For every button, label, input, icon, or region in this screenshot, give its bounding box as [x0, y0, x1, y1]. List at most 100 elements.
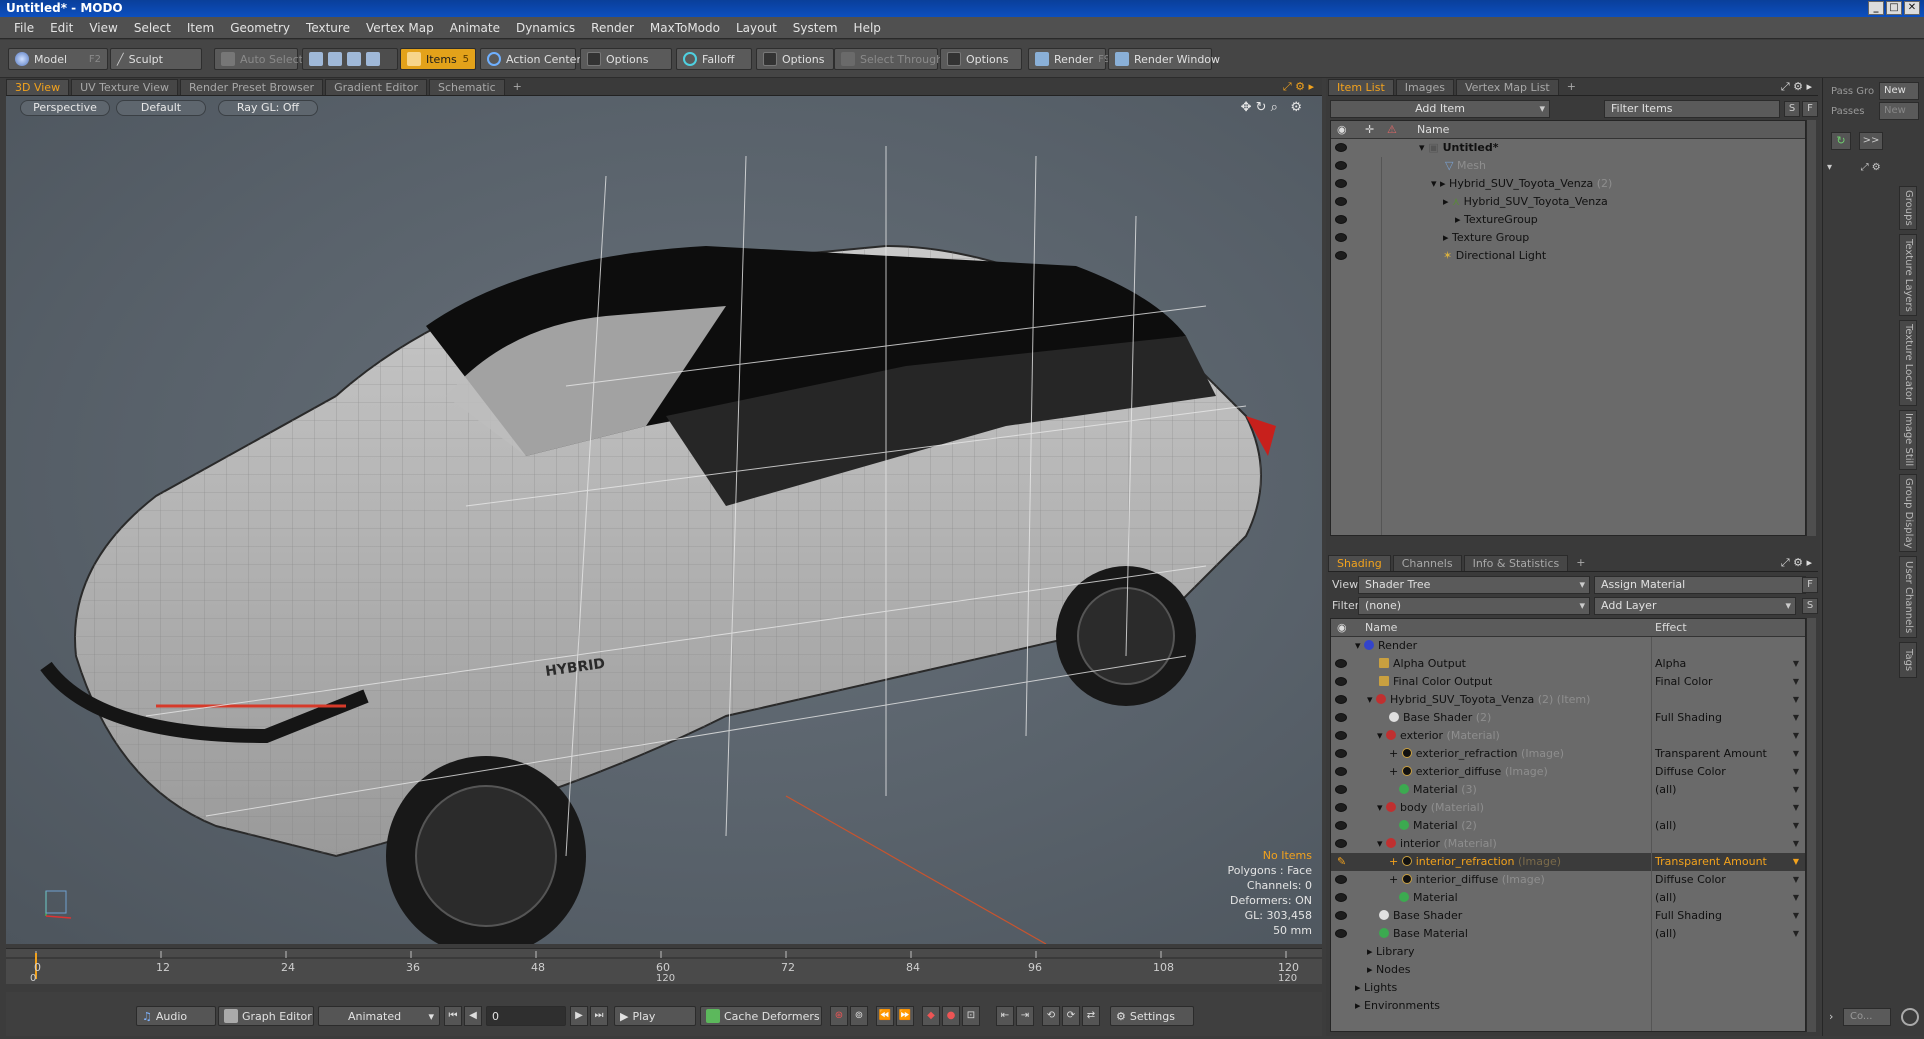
model-button[interactable]: Model F2 — [8, 48, 108, 70]
pingpong-icon[interactable]: ⇄ — [1082, 1006, 1100, 1026]
menu-system[interactable]: System — [785, 21, 846, 35]
key-prev-icon[interactable]: ⏪ — [876, 1006, 894, 1026]
menu-help[interactable]: Help — [846, 21, 889, 35]
tree-item-render[interactable]: ▾ Render — [1331, 637, 1805, 655]
vertices-mode-icon[interactable] — [309, 52, 323, 66]
list-item[interactable]: ▸ ⋏ Hybrid_SUV_Toyota_Venza — [1331, 193, 1805, 211]
assign-material-button[interactable]: Assign Material — [1594, 576, 1806, 594]
falloff-button[interactable]: Falloff — [676, 48, 752, 70]
current-frame-field[interactable]: 0 — [486, 1006, 566, 1026]
play-button[interactable]: ▶ Play — [614, 1006, 696, 1026]
menu-animate[interactable]: Animate — [442, 21, 508, 35]
command-field[interactable]: Co... — [1843, 1008, 1891, 1026]
filter-items-input[interactable]: Filter Items — [1604, 100, 1780, 118]
side-tab-image-still[interactable]: Image Still — [1899, 410, 1917, 470]
shader-filter-dropdown[interactable]: (none) — [1358, 597, 1590, 615]
animated-dropdown[interactable]: Animated ▾ — [318, 1006, 440, 1026]
previous-key-icon[interactable]: ◀ — [464, 1006, 482, 1026]
panel-options-icon[interactable]: ⤢ ⚙ ▸ — [1781, 79, 1818, 95]
side-tab-groups[interactable]: Groups — [1899, 186, 1917, 230]
raygl-dropdown[interactable]: Ray GL: Off — [218, 100, 318, 116]
eye-icon[interactable] — [1335, 659, 1347, 668]
go-to-start-icon[interactable]: ⏮ — [444, 1006, 462, 1026]
tree-item[interactable]: + exterior_diffuse (Image) Diffuse Color ▼ — [1331, 763, 1805, 781]
eye-icon[interactable] — [1335, 677, 1347, 686]
tab-vertex-map-list[interactable]: Vertex Map List — [1455, 79, 1559, 95]
tree-item[interactable]: Material (2) (all) ▼ — [1331, 817, 1805, 835]
eye-icon[interactable] — [1335, 893, 1347, 902]
eye-icon[interactable] — [1335, 749, 1347, 758]
eye-icon[interactable] — [1335, 929, 1347, 938]
refresh-icon[interactable]: ↻ — [1831, 132, 1851, 150]
eye-icon[interactable] — [1335, 767, 1347, 776]
tab-info-statistics[interactable]: Info & Statistics — [1463, 555, 1569, 571]
tree-item[interactable]: ▾ exterior (Material) ▼ — [1331, 727, 1805, 745]
menu-item[interactable]: Item — [179, 21, 222, 35]
list-item[interactable]: ▸ TextureGroup — [1331, 211, 1805, 229]
tree-item[interactable]: Base Shader Full Shading ▼ — [1331, 907, 1805, 925]
shader-tree-scrollbar[interactable] — [1806, 618, 1816, 1032]
tree-item[interactable]: ▸ Library — [1331, 943, 1805, 961]
auto-key-icon[interactable]: ⊚ — [850, 1006, 868, 1026]
eye-icon[interactable] — [1335, 839, 1347, 848]
step-forward-icon[interactable]: ⇥ — [1016, 1006, 1034, 1026]
side-tab-texture-locator[interactable]: Texture Locator — [1899, 320, 1917, 406]
graph-editor-button[interactable]: Graph Editor — [218, 1006, 314, 1026]
tab-uv-texture-view[interactable]: UV Texture View — [71, 79, 179, 95]
go-to-end-icon[interactable]: ⏭ — [590, 1006, 608, 1026]
tree-item[interactable]: ▸ Nodes — [1331, 961, 1805, 979]
eye-icon[interactable] — [1335, 731, 1347, 740]
eye-icon[interactable] — [1335, 875, 1347, 884]
set-key-icon[interactable]: ◆ — [922, 1006, 940, 1026]
tab-schematic[interactable]: Schematic — [429, 79, 505, 95]
tree-item[interactable]: Material (3) (all) ▼ — [1331, 781, 1805, 799]
expand-arrow-icon[interactable]: › — [1829, 1010, 1833, 1023]
menu-edit[interactable]: Edit — [42, 21, 81, 35]
falloff-options-button[interactable]: Options — [756, 48, 834, 70]
action-center-button[interactable]: Action Center — [480, 48, 581, 70]
menu-vertex-map[interactable]: Vertex Map — [358, 21, 442, 35]
menu-render[interactable]: Render — [583, 21, 642, 35]
eye-icon[interactable] — [1335, 161, 1347, 170]
side-tab-user-channels[interactable]: User Channels — [1899, 556, 1917, 638]
maximize-button[interactable]: □ — [1886, 1, 1902, 15]
eye-icon[interactable] — [1335, 197, 1347, 206]
menu-file[interactable]: File — [6, 21, 42, 35]
tab-render-preset-browser[interactable]: Render Preset Browser — [180, 79, 324, 95]
tree-item[interactable]: Base Material (all) ▼ — [1331, 925, 1805, 943]
tree-item[interactable]: Alpha Output Alpha ▼ — [1331, 655, 1805, 673]
list-item[interactable]: ✶ Directional Light — [1331, 247, 1805, 265]
eye-icon[interactable] — [1335, 785, 1347, 794]
eye-icon[interactable] — [1335, 143, 1347, 152]
shading-f-button[interactable]: F — [1802, 577, 1818, 593]
tree-item[interactable]: ▸ Environments — [1331, 997, 1805, 1015]
audio-button[interactable]: ♫ Audio — [136, 1006, 216, 1026]
viewport-nav-icons[interactable]: ✥ ↻ ⌕ ⚙ — [1241, 100, 1302, 115]
panel-options-icon[interactable]: ⤢ ⚙ ▸ — [1781, 555, 1818, 571]
bounce-icon[interactable]: ⟳ — [1062, 1006, 1080, 1026]
tab-item-list[interactable]: Item List — [1328, 79, 1394, 95]
cache-deformers-button[interactable]: Cache Deformers — [700, 1006, 822, 1026]
eye-icon[interactable] — [1335, 713, 1347, 722]
minimize-button[interactable]: _ — [1868, 1, 1884, 15]
side-tab-tags[interactable]: Tags — [1899, 642, 1917, 678]
tree-item-selected[interactable]: ✎ + interior_refraction (Image) Transparen… — [1331, 853, 1805, 871]
list-item[interactable]: ▾ ▸ Hybrid_SUV_Toyota_Venza (2) — [1331, 175, 1805, 193]
3d-viewport[interactable]: HYBRID Perspective Default Ray GL: Off ✥… — [6, 96, 1322, 944]
tree-item[interactable]: ▸ Lights — [1331, 979, 1805, 997]
items-mode-button[interactable]: Items 5 — [400, 48, 476, 70]
menu-select[interactable]: Select — [126, 21, 179, 35]
polygons-mode-icon[interactable] — [347, 52, 361, 66]
edges-mode-icon[interactable] — [328, 52, 342, 66]
new-pass-group-button[interactable]: New — [1879, 82, 1919, 100]
eye-icon[interactable] — [1335, 251, 1347, 260]
menu-geometry[interactable]: Geometry — [222, 21, 298, 35]
add-tab-icon[interactable]: + — [1561, 79, 1582, 95]
panel-collapse-icon[interactable]: ▾ ⤢ ⚙ — [1827, 162, 1881, 173]
tree-item[interactable]: ▾ Hybrid_SUV_Toyota_Venza (2) (Item) ▼ — [1331, 691, 1805, 709]
tree-item[interactable]: Material (all) ▼ — [1331, 889, 1805, 907]
eye-icon[interactable] — [1335, 215, 1347, 224]
shader-view-dropdown[interactable]: Shader Tree — [1358, 576, 1590, 594]
close-button[interactable]: ✕ — [1904, 1, 1920, 15]
eye-icon[interactable] — [1335, 803, 1347, 812]
